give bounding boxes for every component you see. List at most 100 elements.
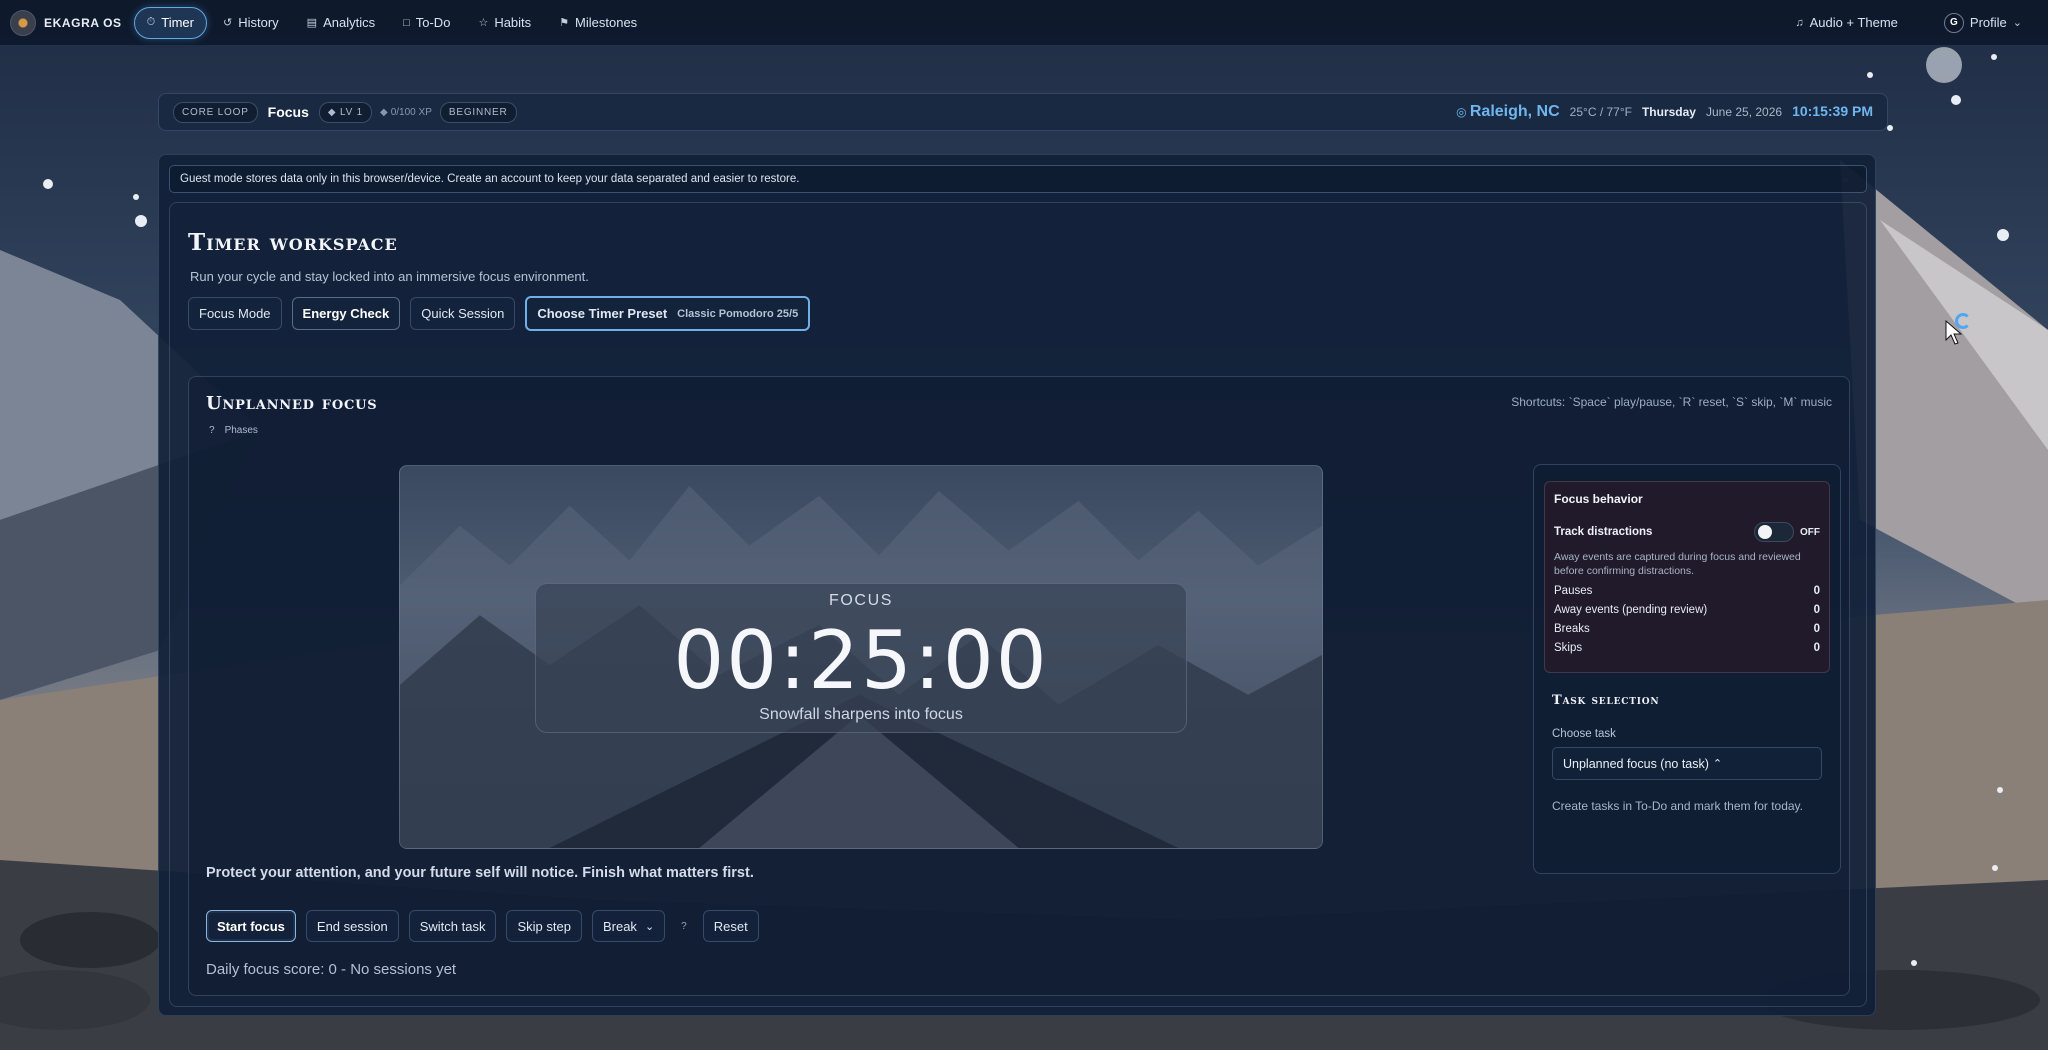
nav-habits[interactable]: ☆ Habits (466, 7, 543, 39)
stat-label: Away events (pending review) (1554, 604, 1708, 617)
top-navigation: EKAGRA OS ⏱ Timer ↺ History ▤ Analytics … (0, 0, 2048, 46)
nav-timer-label: Timer (161, 15, 194, 30)
daily-focus-score: Daily focus score: 0 - No sessions yet (206, 961, 457, 978)
stat-row: Breaks 0 (1554, 623, 1820, 635)
track-distractions-toggle[interactable]: OFF (1754, 522, 1820, 542)
task-selection-title: Task selection (1552, 693, 1660, 708)
nav-milestones[interactable]: ⚑ Milestones (547, 7, 649, 39)
nav-analytics[interactable]: ▤ Analytics (295, 7, 387, 39)
stat-row: Away events (pending review) 0 (1554, 604, 1820, 616)
audio-theme-button[interactable]: ♫ Audio + Theme (1783, 7, 1910, 39)
stat-value: 0 (1813, 585, 1820, 598)
brand[interactable]: EKAGRA OS (10, 9, 122, 36)
timer-tagline: Snowfall sharpens into focus (759, 706, 963, 723)
stat-value: 0 (1813, 623, 1820, 636)
timer-actions: Start focus End session Switch task Skip… (206, 910, 759, 942)
profile-menu[interactable]: G Profile ⌄ (1932, 7, 2034, 39)
chevron-down-icon: ⌄ (644, 920, 655, 933)
side-panel: Focus behavior Track distractions OFF Aw… (1533, 464, 1841, 874)
break-dropdown[interactable]: Break ⌄ (591, 910, 666, 942)
diamond-icon: ◆ (327, 106, 340, 118)
clock: 10:15:39 PM (1792, 103, 1873, 119)
weekday: Thursday (1641, 105, 1696, 119)
toggle-knob (1758, 525, 1772, 539)
stat-label: Breaks (1554, 623, 1590, 636)
task-select-value: Unplanned focus (no task) (1563, 756, 1709, 771)
distraction-note: Away events are captured during focus an… (1554, 551, 1801, 578)
switch-task-button[interactable]: Switch task (408, 910, 497, 942)
choose-task-label: Choose task (1552, 728, 1616, 740)
stat-row: Skips 0 (1554, 642, 1820, 654)
nav-analytics-label: Analytics (323, 15, 376, 30)
stat-value: 0 (1813, 604, 1820, 617)
analytics-icon: ▤ (306, 17, 318, 29)
status-right: ◎ Raleigh, NC 25°C / 77°F Thursday June … (1456, 103, 1873, 121)
choose-timer-preset-button[interactable]: Choose Timer Preset Classic Pomodoro 25/… (525, 296, 811, 331)
stat-label: Pauses (1554, 585, 1593, 598)
nav-milestones-label: Milestones (575, 15, 638, 30)
xp-text: 0/100 XP (390, 106, 432, 118)
nav-todo-label: To-Do (415, 15, 451, 30)
profile-label: Profile (1969, 15, 2007, 30)
temperature: 25°C / 77°F (1569, 105, 1632, 119)
stat-label: Skips (1554, 642, 1583, 655)
unplanned-focus-card: Unplanned focus ? Phases Shortcuts: `Spa… (188, 376, 1850, 996)
task-select[interactable]: Unplanned focus (no task) ⌃ (1552, 747, 1822, 780)
core-loop-badge: CORE LOOP (173, 101, 258, 123)
history-icon: ↺ (222, 17, 233, 29)
toggle-state: OFF (1800, 526, 1820, 538)
xp-display: ◆ 0/100 XP (380, 107, 432, 118)
gem-icon: ◆ (380, 106, 388, 118)
countdown-display: 00:25:00 (673, 614, 1049, 707)
help-icon[interactable]: ? (675, 921, 693, 932)
skip-step-button[interactable]: Skip step (506, 910, 582, 942)
status-mode: Focus (267, 104, 309, 120)
tab-focus-mode[interactable]: Focus Mode (188, 297, 282, 330)
date: June 25, 2026 (1705, 105, 1783, 119)
focus-behavior-card: Focus behavior Track distractions OFF Aw… (1544, 481, 1830, 673)
avatar: G (1943, 12, 1964, 33)
music-note-icon: ♫ (1795, 16, 1804, 29)
focus-behavior-title: Focus behavior (1554, 492, 1643, 506)
milestones-icon: ⚑ (559, 17, 570, 29)
reset-button[interactable]: Reset (702, 910, 759, 942)
timer-display-frame: FOCUS 00:25:00 Snowfall sharpens into fo… (399, 465, 1323, 849)
city-name: Raleigh, NC (1469, 103, 1560, 120)
audio-theme-label: Audio + Theme (1809, 15, 1898, 30)
timer-icon: ⏱ (146, 16, 156, 28)
nav-history-label: History (238, 15, 279, 30)
page-subtitle: Run your cycle and stay locked into an i… (190, 269, 589, 284)
todo-icon: □ (403, 16, 410, 29)
stat-row: Pauses 0 (1554, 585, 1820, 597)
habits-icon: ☆ (478, 17, 489, 29)
phase-label: FOCUS (829, 592, 893, 609)
toggle-switch (1754, 522, 1794, 542)
level-badge: ◆ LV 1 (318, 101, 373, 123)
end-session-button[interactable]: End session (305, 910, 399, 942)
brand-name: EKAGRA OS (44, 15, 122, 30)
chevron-up-icon: ⌃ (1712, 758, 1723, 770)
location-pin-icon: ◎ (1456, 105, 1470, 119)
track-distractions-label: Track distractions (1554, 526, 1653, 538)
start-focus-button[interactable]: Start focus (206, 910, 296, 942)
mouse-cursor-icon (1945, 320, 1963, 345)
tab-energy-check[interactable]: Energy Check (291, 297, 401, 330)
guest-notice: Guest mode stores data only in this brow… (169, 165, 1867, 193)
nav-history[interactable]: ↺ History (211, 7, 291, 39)
create-tasks-note: Create tasks in To-Do and mark them for … (1552, 799, 1803, 813)
tab-quick-session[interactable]: Quick Session (410, 297, 516, 330)
nav-timer[interactable]: ⏱ Timer (133, 6, 207, 39)
brand-logo-icon (10, 9, 36, 36)
location: ◎ Raleigh, NC (1456, 103, 1560, 121)
stat-value: 0 (1813, 642, 1820, 655)
track-distractions-row: Track distractions OFF (1554, 522, 1820, 542)
timer-workspace: Timer workspace Run your cycle and stay … (169, 202, 1867, 1007)
chevron-down-icon: ⌄ (2012, 17, 2022, 29)
page-title: Timer workspace (188, 229, 398, 256)
nav-todo[interactable]: □ To-Do (391, 7, 462, 39)
motivational-quote: Protect your attention, and your future … (206, 865, 754, 881)
phases-toggle[interactable]: ? Phases (209, 425, 258, 436)
rank-badge: BEGINNER (439, 101, 517, 123)
nav-right: ♫ Audio + Theme G Profile ⌄ (1783, 7, 2038, 39)
workspace-tabs: Focus Mode Energy Check Quick Session Ch… (188, 296, 811, 331)
